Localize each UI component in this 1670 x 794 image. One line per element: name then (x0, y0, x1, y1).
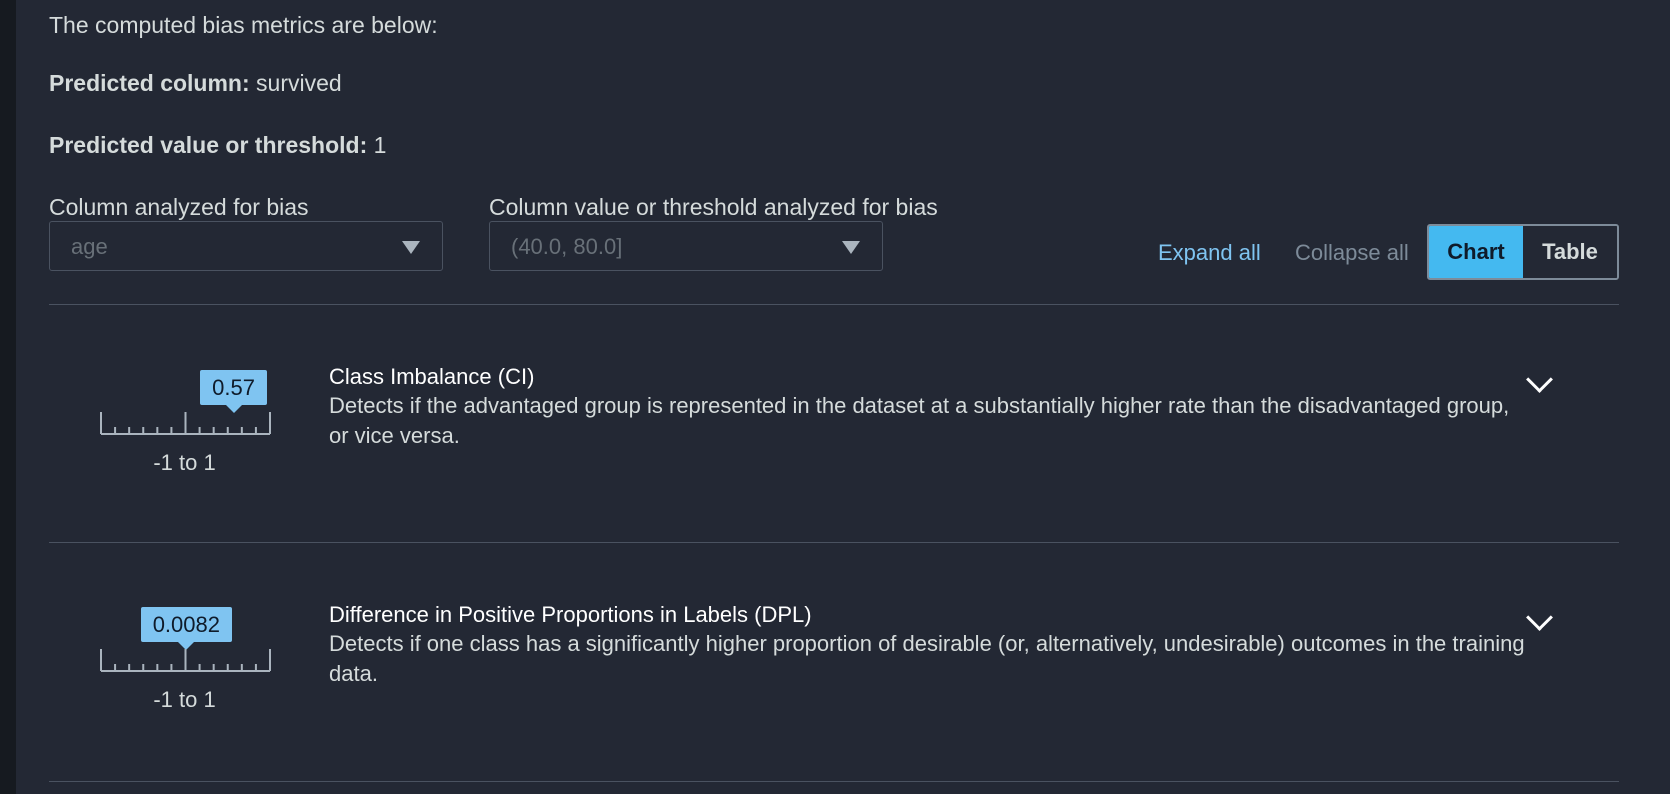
column-select[interactable]: age (49, 221, 443, 271)
intro-text: The computed bias metrics are below: (49, 12, 438, 38)
divider (49, 304, 1619, 305)
metric-description: Detects if one class has a significantly… (329, 631, 1525, 686)
caret-down-icon (402, 241, 420, 254)
predicted-column-label: Predicted column: (49, 70, 250, 96)
predicted-column-value: survived (256, 70, 342, 96)
column-select-value: age (71, 234, 108, 259)
metric-range: -1 to 1 (153, 450, 216, 475)
view-toggle: Chart Table (1427, 224, 1619, 280)
predicted-value-value: 1 (373, 132, 387, 158)
threshold-select[interactable]: (40.0, 80.0] (489, 221, 883, 271)
scale-ruler (100, 649, 271, 672)
chart-view-button[interactable]: Chart (1429, 226, 1523, 278)
metric-title: Class Imbalance (CI) (329, 364, 535, 389)
expand-all-link[interactable]: Expand all (1158, 240, 1261, 266)
threshold-select-value: (40.0, 80.0] (511, 234, 623, 259)
metric-range: -1 to 1 (153, 687, 216, 712)
predicted-column: Predicted column: survived (49, 70, 342, 97)
collapse-all-link[interactable]: Collapse all (1295, 240, 1409, 266)
caret-down-icon (842, 241, 860, 254)
scale-ruler (100, 412, 271, 435)
metric-value-bubble: 0.57 (200, 370, 267, 413)
divider (49, 781, 1619, 782)
column-select-label: Column analyzed for bias (49, 194, 309, 220)
divider (49, 542, 1619, 543)
metric-gauge-ci: 0.57 -1 to 1 (97, 370, 272, 490)
metric-description: Detects if the advantaged group is repre… (329, 393, 1510, 448)
metric-gauge-dpl: 0.0082 -1 to 1 (97, 607, 272, 727)
predicted-value: Predicted value or threshold: 1 (49, 132, 386, 159)
predicted-value-label: Predicted value or threshold: (49, 132, 368, 158)
metric-value-bubble: 0.0082 (140, 607, 232, 650)
table-view-button[interactable]: Table (1523, 226, 1617, 278)
metric-title: Difference in Positive Proportions in La… (329, 602, 812, 627)
threshold-select-label: Column value or threshold analyzed for b… (489, 194, 938, 220)
